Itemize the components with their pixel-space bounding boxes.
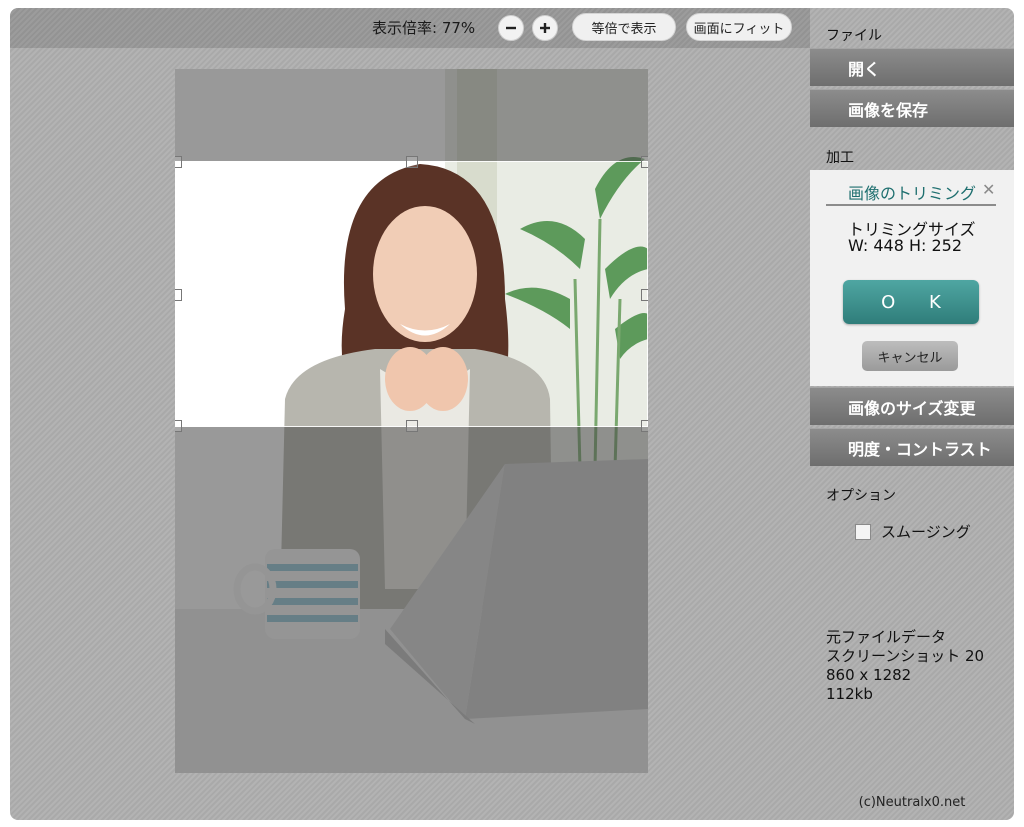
fit-to-screen-button[interactable]: 画面にフィット [686, 13, 792, 41]
crop-handle-right[interactable] [641, 289, 648, 301]
original-filesize: 112kb [826, 685, 873, 703]
smoothing-label: スムージング [881, 523, 971, 541]
crop-mask-top [175, 69, 648, 161]
zoom-level-label: 表示倍率: 77% [372, 19, 476, 37]
app-window: 表示倍率: 77% 等倍で表示 画面にフィット ファイル 開く 画像を保存 加工… [10, 8, 1014, 820]
crop-selection[interactable] [175, 156, 648, 432]
original-filename: スクリーンショット 20 [826, 647, 985, 665]
open-button[interactable]: 開く [810, 48, 1014, 86]
trim-panel-title: 画像のトリミング [848, 184, 977, 203]
crop-mask-bottom [175, 427, 648, 773]
crop-handle-left[interactable] [175, 289, 182, 301]
toolbar: 表示倍率: 77% 等倍で表示 画面にフィット [10, 8, 810, 48]
options-section-label: オプション [826, 488, 896, 504]
brightness-contrast-button[interactable]: 明度・コントラスト [810, 428, 1014, 466]
crop-handle-top-right[interactable] [641, 156, 648, 168]
file-section-label: ファイル [826, 28, 882, 44]
trim-panel: 画像のトリミング ✕ トリミングサイズ W: 448 H: 252 O K キャ… [810, 170, 1014, 386]
zoom-in-button[interactable] [532, 15, 558, 41]
crop-handle-top[interactable] [406, 156, 418, 168]
divider [826, 204, 996, 206]
ok-button[interactable]: O K [843, 280, 979, 324]
original-file-info: 元ファイルデータ スクリーンショット 20 860 x 1282 112kb [810, 628, 1014, 718]
crop-handle-bottom-left[interactable] [175, 420, 182, 432]
original-dimensions: 860 x 1282 [826, 666, 912, 684]
smoothing-option[interactable]: スムージング [855, 521, 971, 542]
save-image-button[interactable]: 画像を保存 [810, 89, 1014, 127]
zoom-out-button[interactable] [498, 15, 524, 41]
canvas-area [10, 48, 810, 820]
edit-section-label: 加工 [826, 150, 854, 166]
crop-handle-bottom-right[interactable] [641, 420, 648, 432]
original-data-heading: 元ファイルデータ [826, 628, 947, 646]
smoothing-checkbox[interactable] [855, 523, 871, 540]
minus-icon [506, 26, 516, 30]
photo-image [175, 69, 648, 773]
cancel-button[interactable]: キャンセル [862, 341, 958, 371]
crop-handle-top-left[interactable] [175, 156, 182, 168]
plus-icon [540, 23, 550, 33]
trim-size-values: W: 448 H: 252 [848, 236, 963, 255]
close-icon[interactable]: ✕ [982, 180, 995, 199]
resize-image-button[interactable]: 画像のサイズ変更 [810, 387, 1014, 425]
sidebar: ファイル 開く 画像を保存 加工 画像のトリミング ✕ トリミングサイズ W: … [810, 8, 1014, 820]
actual-size-button[interactable]: 等倍で表示 [572, 13, 676, 41]
credit-text: (c)Neutralx0.net [858, 795, 966, 810]
crop-handle-bottom[interactable] [406, 420, 418, 432]
